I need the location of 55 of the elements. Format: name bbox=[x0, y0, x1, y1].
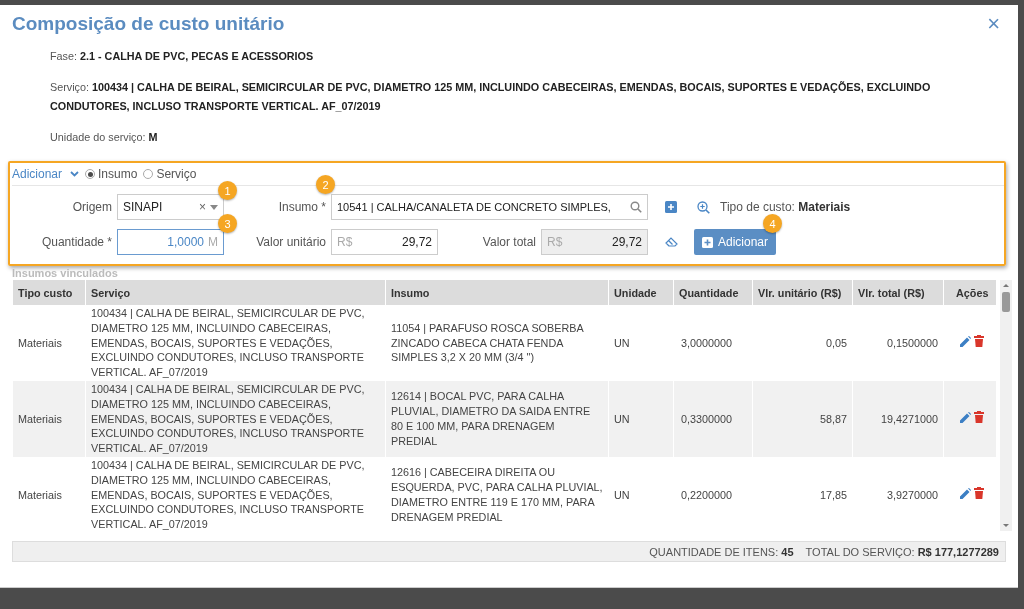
column-header: Quantidade bbox=[673, 280, 753, 305]
close-button[interactable]: × bbox=[983, 13, 1004, 35]
currency-field[interactable]: R$ 29,72 bbox=[331, 229, 438, 255]
origem-select[interactable]: SINAPI × bbox=[117, 194, 224, 220]
table-cell: UN bbox=[608, 456, 674, 531]
column-header: Vlr. unitário (R$) bbox=[752, 280, 853, 305]
column-header: Ações bbox=[943, 280, 996, 305]
add-toggle[interactable]: Adicionar bbox=[12, 167, 80, 181]
field-label: Quantidade * bbox=[40, 235, 113, 249]
readonly-currency-field: R$ 29,72 bbox=[541, 229, 648, 255]
table-cell: 19,4271000 bbox=[852, 381, 944, 457]
cost-type-text: Tipo de custo: Materiais bbox=[720, 200, 851, 214]
table-cell: 12616 | CABECEIRA DIREITA OU ESQUERDA, PVC, PARA CALHA PLUVIAL, DIAMETRO ENTRE 119 E 170 MM, PARA DRENAGEM PREDIAL bbox=[385, 456, 609, 531]
table-cell: 17,85 bbox=[752, 456, 853, 531]
table-cell: 3,0000000 bbox=[673, 305, 753, 381]
info-line: Serviço: 100434 | CALHA DE BEIRAL, SEMICIRCULAR DE PVC, DIAMETRO 125 MM, INCLUINDO CABECEIRAS, EMENDAS, BOCAIS, SUPORTES E VEDAÇÕES, EXCLUINDO CONDUTORES, INCLUSO TRANSPORTE VERTICAL. AF_07/2019 bbox=[50, 80, 932, 114]
table-cell: Materiais bbox=[12, 456, 86, 531]
step-number-badge: 3 bbox=[218, 214, 237, 233]
table-cell: UN bbox=[608, 381, 674, 457]
section-title: Insumos vinculados bbox=[12, 268, 119, 280]
info-line: Fase: 2.1 - CALHA DE PVC, PECAS E ACESSORIOS bbox=[50, 49, 315, 64]
step-number-badge: 1 bbox=[218, 181, 237, 200]
item-count-text: QUANTIDADE DE ITENS: 45 bbox=[649, 545, 794, 558]
table-cell: UN bbox=[608, 305, 674, 381]
table-cell: 0,2200000 bbox=[673, 456, 753, 531]
column-header: Serviço bbox=[85, 280, 386, 305]
table-cell: 100434 | CALHA DE BEIRAL, SEMICIRCULAR DE PVC, DIAMETRO 125 MM, INCLUINDO CABECEIRAS, EMENDAS, BOCAIS, SUPORTES E VEDAÇÕES, EXCLUINDO CONDUTORES, INCLUSO TRANSPORTE VERTICAL. AF_07/2019 bbox=[85, 381, 386, 457]
table-cell: Materiais bbox=[12, 305, 86, 381]
table-cell: 0,1500000 bbox=[852, 305, 944, 381]
column-header: Insumo bbox=[385, 280, 609, 305]
field-label: Valor unitário bbox=[255, 235, 327, 249]
column-header: Vlr. total (R$) bbox=[852, 280, 944, 305]
table-cell: 0,3300000 bbox=[673, 381, 753, 457]
service-total-text: TOTAL DO SERVIÇO: R$ 177,1277289 bbox=[805, 545, 999, 558]
field-label: Insumo * bbox=[277, 200, 327, 214]
radio-option[interactable]: Serviço bbox=[143, 167, 197, 181]
table-cell: 3,9270000 bbox=[852, 456, 944, 531]
radio-option[interactable]: Insumo bbox=[85, 167, 138, 181]
table-cell: 0,05 bbox=[752, 305, 853, 381]
field-label: Origem bbox=[71, 200, 113, 214]
insumo-search-field[interactable]: 10541 | CALHA/CANALETA DE CONCRETO SIMPLES, bbox=[331, 194, 648, 220]
table-cell: Materiais bbox=[12, 381, 86, 457]
table-cell: 11054 | PARAFUSO ROSCA SOBERBA ZINCADO CABECA CHATA FENDA SIMPLES 3,2 X 20 MM (3/4 ") bbox=[385, 305, 609, 381]
step-number-badge: 4 bbox=[763, 214, 782, 233]
quantity-field[interactable]: 1,0000 M bbox=[117, 229, 224, 255]
table-cell: 100434 | CALHA DE BEIRAL, SEMICIRCULAR DE PVC, DIAMETRO 125 MM, INCLUINDO CABECEIRAS, EMENDAS, BOCAIS, SUPORTES E VEDAÇÕES, EXCLUINDO CONDUTORES, INCLUSO TRANSPORTE VERTICAL. AF_07/2019 bbox=[85, 456, 386, 531]
dialog-title: Composição de custo unitário bbox=[12, 13, 285, 35]
table-cell: 58,87 bbox=[752, 381, 853, 457]
info-line: Unidade do serviço: M bbox=[50, 130, 159, 145]
field-label: Valor total bbox=[481, 235, 537, 249]
table-cell: 100434 | CALHA DE BEIRAL, SEMICIRCULAR DE PVC, DIAMETRO 125 MM, INCLUINDO CABECEIRAS, EMENDAS, BOCAIS, SUPORTES E VEDAÇÕES, EXCLUINDO CONDUTORES, INCLUSO TRANSPORTE VERTICAL. AF_07/2019 bbox=[85, 305, 386, 381]
column-header: Unidade bbox=[608, 280, 674, 305]
step-number-badge: 2 bbox=[316, 175, 335, 194]
column-header: Tipo custo bbox=[12, 280, 86, 305]
table-cell: 12614 | BOCAL PVC, PARA CALHA PLUVIAL, DIAMETRO DA SAIDA ENTRE 80 E 100 MM, PARA DRENAGEM PREDIAL bbox=[385, 381, 609, 457]
